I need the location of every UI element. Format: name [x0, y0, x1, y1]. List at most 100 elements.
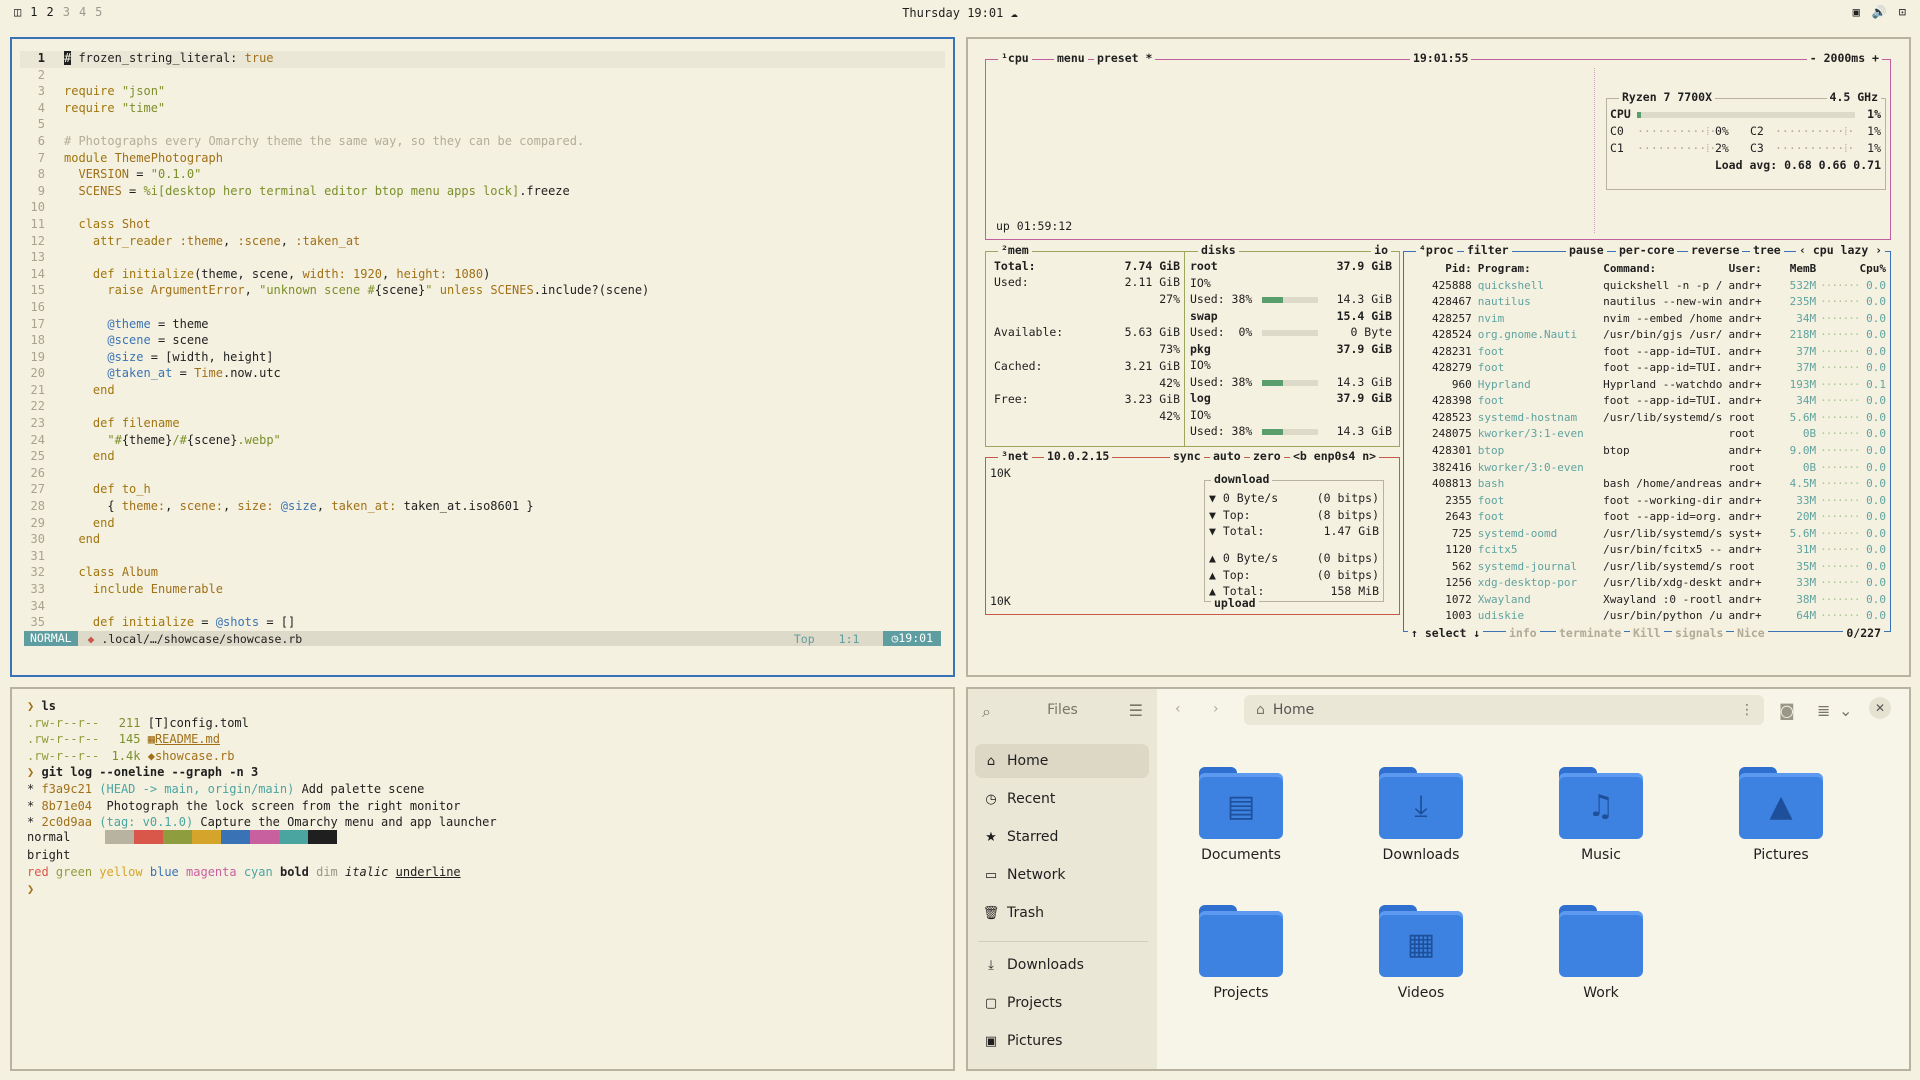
- code-line[interactable]: 15 raise ArgumentError, "unknown scene #…: [20, 283, 945, 300]
- code-line[interactable]: 8 VERSION = "0.1.0": [20, 167, 945, 184]
- net-label[interactable]: ³net: [998, 449, 1032, 463]
- table-row[interactable]: 1072 Xwayland Xwayland :0 -rootl andr+ 3…: [1416, 593, 1886, 610]
- code-line[interactable]: 13: [20, 250, 945, 267]
- preset-button[interactable]: preset *: [1094, 51, 1156, 65]
- path-menu-icon[interactable]: ⋮: [1740, 702, 1754, 718]
- close-icon[interactable]: ✕: [1869, 697, 1891, 719]
- table-row[interactable]: 428523 systemd-hostnam /usr/lib/systemd/…: [1416, 411, 1886, 428]
- proc-terminate[interactable]: terminate: [1556, 626, 1625, 640]
- table-row[interactable]: 428279 foot foot --app-id=TUI. andr+ 37M…: [1416, 361, 1886, 378]
- header-user[interactable]: User:: [1729, 262, 1779, 279]
- sidebar-item-home[interactable]: ⌂ Home: [975, 744, 1149, 778]
- table-row[interactable]: 2355 foot foot --working-dir andr+ 33M ·…: [1416, 494, 1886, 511]
- proc-tree[interactable]: tree: [1750, 243, 1784, 257]
- code-line[interactable]: 7 module ThemePhotograph: [20, 151, 945, 168]
- sidebar-item-pictures[interactable]: ▣ Pictures: [975, 1024, 1149, 1058]
- mem-label[interactable]: ²mem: [998, 243, 1032, 257]
- chevron-down-icon[interactable]: ⌄: [1839, 701, 1852, 720]
- code-line[interactable]: 31: [20, 549, 945, 566]
- folder-documents[interactable]: ▤ Documents: [1171, 767, 1311, 863]
- header-cpu[interactable]: Cpu%: [1856, 262, 1886, 279]
- proc-filter[interactable]: filter: [1464, 243, 1512, 257]
- code-line[interactable]: 17 @theme = theme: [20, 317, 945, 334]
- proc-pause[interactable]: pause: [1566, 243, 1607, 257]
- proc-signals[interactable]: signals: [1672, 626, 1727, 640]
- code-line[interactable]: 1 # frozen_string_literal: true: [20, 51, 945, 68]
- table-row[interactable]: 428467 nautilus nautilus --new-win andr+…: [1416, 295, 1886, 312]
- code-line[interactable]: 30 end: [20, 532, 945, 549]
- code-area[interactable]: 1 # frozen_string_literal: true 2 3 require …: [20, 51, 945, 632]
- table-row[interactable]: 1003 udiskie /usr/bin/python /u andr+ 64…: [1416, 609, 1886, 626]
- code-line[interactable]: 28 { theme:, scene:, size: @size, taken_…: [20, 499, 945, 516]
- terminal-window[interactable]: ❯ ls .rw-r--r-- 211 [T]config.toml .rw-r--…: [10, 687, 955, 1071]
- table-row[interactable]: 960 Hyprland Hyprland --watchdo andr+ 19…: [1416, 378, 1886, 395]
- code-line[interactable]: 32 class Album: [20, 565, 945, 582]
- proc-sort[interactable]: ‹ cpu lazy ›: [1796, 243, 1886, 257]
- sidebar-item-downloads[interactable]: ⤓ Downloads: [975, 948, 1149, 982]
- net-sync[interactable]: sync: [1170, 449, 1204, 463]
- back-arrow-icon[interactable]: ‹: [1175, 701, 1181, 717]
- table-row[interactable]: 248075 kworker/3:1-even root 0B ······· …: [1416, 427, 1886, 444]
- folder-downloads[interactable]: ⤓ Downloads: [1351, 767, 1491, 863]
- code-line[interactable]: 29 end: [20, 516, 945, 533]
- code-line[interactable]: 18 @scene = scene: [20, 333, 945, 350]
- proc-reverse[interactable]: reverse: [1688, 243, 1743, 257]
- path-home[interactable]: Home: [1273, 702, 1314, 718]
- proc-per-core[interactable]: per-core: [1616, 243, 1678, 257]
- io-toggle[interactable]: io: [1371, 243, 1391, 257]
- code-line[interactable]: 3 require "json": [20, 84, 945, 101]
- table-row[interactable]: 1256 xdg-desktop-por /usr/lib/xdg-deskt …: [1416, 576, 1886, 593]
- code-line[interactable]: 22: [20, 399, 945, 416]
- table-row[interactable]: 425888 quickshell quickshell -n -p / and…: [1416, 279, 1886, 296]
- proc-kill[interactable]: Kill: [1630, 626, 1664, 640]
- btop-window[interactable]: ¹cpu menu preset * 19:01:55 - 2000ms + R…: [966, 37, 1911, 677]
- monitor-icon[interactable]: ⊡: [1899, 5, 1906, 19]
- cpu-label[interactable]: ¹cpu: [998, 51, 1032, 65]
- sidebar-item-projects[interactable]: ▢ Projects: [975, 986, 1149, 1020]
- update-interval[interactable]: - 2000ms +: [1806, 51, 1882, 65]
- sidebar-item-starred[interactable]: ★ Starred: [975, 820, 1149, 854]
- header-pid[interactable]: Pid:: [1416, 262, 1478, 279]
- editor-window[interactable]: 1 # frozen_string_literal: true 2 3 require …: [10, 37, 955, 677]
- menu-button[interactable]: menu: [1054, 51, 1088, 65]
- code-line[interactable]: 34: [20, 599, 945, 616]
- folder-projects[interactable]: Projects: [1171, 905, 1311, 1001]
- folder-work[interactable]: Work: [1531, 905, 1671, 1001]
- code-line[interactable]: 9 SCENES = %i[desktop hero terminal edit…: [20, 184, 945, 201]
- code-line[interactable]: 12 attr_reader :theme, :scene, :taken_at: [20, 234, 945, 251]
- code-line[interactable]: 20 @taken_at = Time.now.utc: [20, 366, 945, 383]
- view-list-icon[interactable]: ≣: [1817, 701, 1830, 720]
- table-row[interactable]: 382416 kworker/3:0-even root 0B ······· …: [1416, 461, 1886, 478]
- code-line[interactable]: 6 # Photographs every Omarchy theme the s…: [20, 134, 945, 151]
- sidebar-item-network[interactable]: ▭ Network: [975, 858, 1149, 892]
- table-row[interactable]: 428524 org.gnome.Nauti /usr/bin/gjs /usr…: [1416, 328, 1886, 345]
- header-mem[interactable]: MemB: [1778, 262, 1817, 279]
- process-table[interactable]: Pid: Program: Command: User: MemB Cpu% 4…: [1416, 262, 1886, 626]
- code-line[interactable]: 26: [20, 466, 945, 483]
- table-row[interactable]: 428257 nvim nvim --embed /home andr+ 34M…: [1416, 312, 1886, 329]
- code-line[interactable]: 2: [20, 68, 945, 85]
- proc-label[interactable]: ⁴proc: [1416, 243, 1457, 257]
- code-line[interactable]: 35 def initialize = @shots = []: [20, 615, 945, 632]
- code-line[interactable]: 27 def to_h: [20, 482, 945, 499]
- folder-music[interactable]: ♫ Music: [1531, 767, 1671, 863]
- code-line[interactable]: 23 def filename: [20, 416, 945, 433]
- proc-select[interactable]: ↑ select ↓: [1408, 626, 1484, 640]
- folder-videos[interactable]: ▦ Videos: [1351, 905, 1491, 1001]
- proc-nice[interactable]: Nice: [1734, 626, 1768, 640]
- table-row[interactable]: 428398 foot foot --app-id=TUI. andr+ 34M…: [1416, 394, 1886, 411]
- header-program[interactable]: Program:: [1478, 262, 1603, 279]
- disks-label[interactable]: disks: [1198, 243, 1239, 257]
- code-line[interactable]: 24 "#{theme}/#{scene}.webp": [20, 433, 945, 450]
- code-line[interactable]: 10: [20, 200, 945, 217]
- sidebar-item-trash[interactable]: 🗑 Trash: [975, 896, 1149, 930]
- table-row[interactable]: 562 systemd-journal /usr/lib/systemd/s r…: [1416, 560, 1886, 577]
- table-row[interactable]: 1120 fcitx5 /usr/bin/fcitx5 -- andr+ 31M…: [1416, 543, 1886, 560]
- code-line[interactable]: 4 require "time": [20, 101, 945, 118]
- header-command[interactable]: Command:: [1603, 262, 1728, 279]
- table-row[interactable]: 725 systemd-oomd /usr/lib/systemd/s syst…: [1416, 527, 1886, 544]
- code-line[interactable]: 19 @size = [width, height]: [20, 350, 945, 367]
- code-line[interactable]: 21 end: [20, 383, 945, 400]
- net-interface[interactable]: <b enp0s4 n>: [1290, 449, 1380, 463]
- code-line[interactable]: 25 end: [20, 449, 945, 466]
